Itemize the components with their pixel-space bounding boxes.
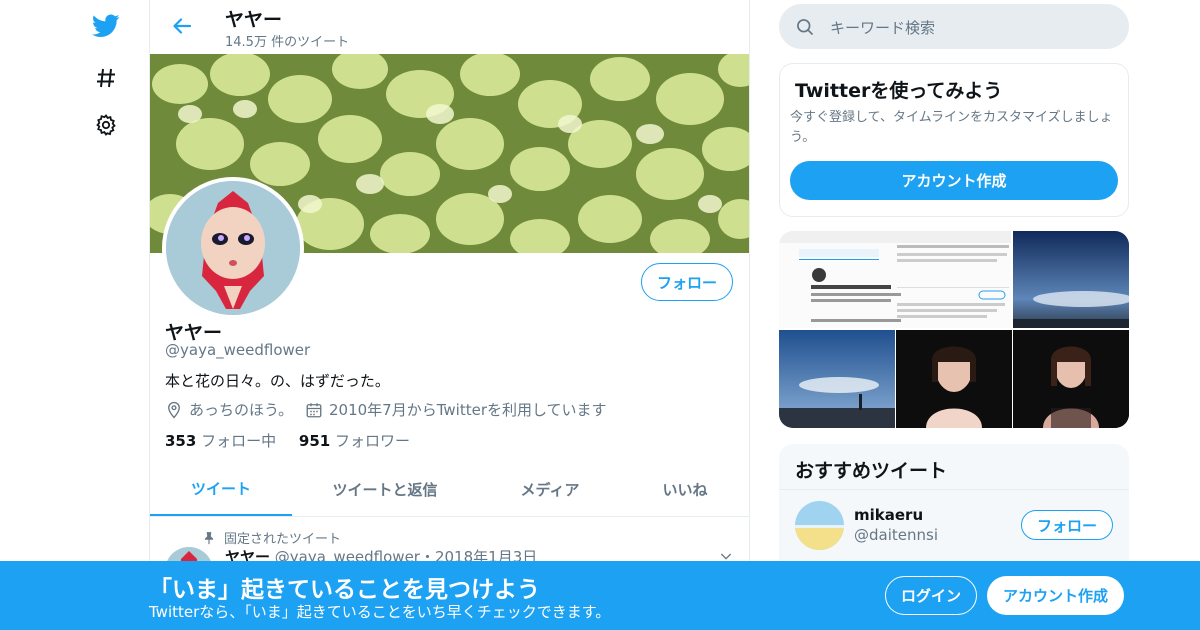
location-pin-icon [168,401,180,418]
media-thumbnail-portrait-1[interactable] [896,330,1012,428]
pinned-text: 固定されたツイート [224,532,342,547]
pin-icon [204,531,214,544]
location-text: あっちのほう。 [189,401,294,419]
tab-media[interactable]: メディア [490,462,610,516]
header-name: ヤヤー [225,9,283,31]
recommended-user-avatar[interactable] [795,501,844,550]
settings-gear-icon[interactable] [92,111,120,139]
recommended-user-handle: @daitennsi [854,526,938,544]
profile-stats: 353 フォロー中 951 フォロワー [165,430,410,451]
media-grid [779,231,1129,428]
signup-button[interactable]: アカウント作成 [987,576,1124,615]
followers-label: フォロワー [334,432,410,450]
followers-link[interactable]: 951 フォロワー [299,432,410,450]
signup-card: Twitterを使ってみよう 今すぐ登録して、タイムラインをカスタマイズしましょ… [779,63,1129,217]
follow-button[interactable]: フォロー [641,263,733,301]
search-box[interactable]: キーワード検索 [779,4,1129,49]
following-count: 353 [165,432,197,450]
recommended-user-row[interactable]: mikaeru @daitennsi フォロー [779,489,1129,570]
calendar-icon [306,402,322,417]
media-thumbnail-sky[interactable] [1013,231,1129,328]
recommended-title: おすすめツイート [795,460,948,482]
profile-bio: 本と花の日々。の、はずだった。 [165,372,390,390]
recommended-follow-button[interactable]: フォロー [1021,510,1113,540]
header-tweet-count: 14.5万 件のツイート [225,35,350,50]
login-button[interactable]: ログイン [885,576,977,615]
joined-text: 2010年7月からTwitterを利用しています [329,401,607,419]
media-thumbnail-screenshot[interactable] [779,231,1011,328]
tab-likes[interactable]: いいね [640,462,730,516]
profile-avatar[interactable] [162,177,304,319]
profile-header: ヤヤー 14.5万 件のツイート [150,0,749,53]
promo-subtitle: Twitterなら、「いま」起きていることをいち早くチェックできます。 [149,603,611,621]
search-icon [795,17,815,41]
search-input[interactable]: キーワード検索 [830,17,935,38]
signup-card-title: Twitterを使ってみよう [795,80,1003,102]
following-link[interactable]: 353 フォロー中 [165,432,276,450]
signup-promo-bar: 「いま」起きていることを見つけよう Twitterなら、「いま」起きていることを… [0,561,1200,630]
media-thumbnail-portrait-2[interactable] [1013,330,1129,428]
promo-title: 「いま」起きていることを見つけよう [149,577,540,603]
media-thumbnail-harbor[interactable] [779,330,895,428]
followers-count: 951 [298,432,331,450]
pinned-label: 固定されたツイート [202,528,341,547]
signup-card-desc: 今すぐ登録して、タイムラインをカスタマイズしましょう。 [790,110,1113,145]
tab-tweets[interactable]: ツイート [150,462,292,516]
profile-joined: 2010年7月からTwitterを利用しています [305,399,607,420]
profile-handle: @yaya_weedflower [165,341,311,359]
back-arrow-icon[interactable] [170,14,194,38]
create-account-button[interactable]: アカウント作成 [790,161,1118,200]
profile-column: ヤヤー 14.5万 件のツイート フォロー ヤヤー @yaya_weedflow… [149,0,750,630]
twitter-logo-icon[interactable] [92,12,120,40]
tab-tweets-and-replies[interactable]: ツイートと返信 [310,462,460,516]
following-label: フォロー中 [201,432,277,450]
profile-location: あっちのほう。 [165,399,293,420]
recommended-user-name[interactable]: mikaeru [854,506,923,524]
hashtag-icon[interactable] [92,64,120,92]
profile-tabs: ツイート ツイートと返信 メディア いいね [150,462,749,517]
